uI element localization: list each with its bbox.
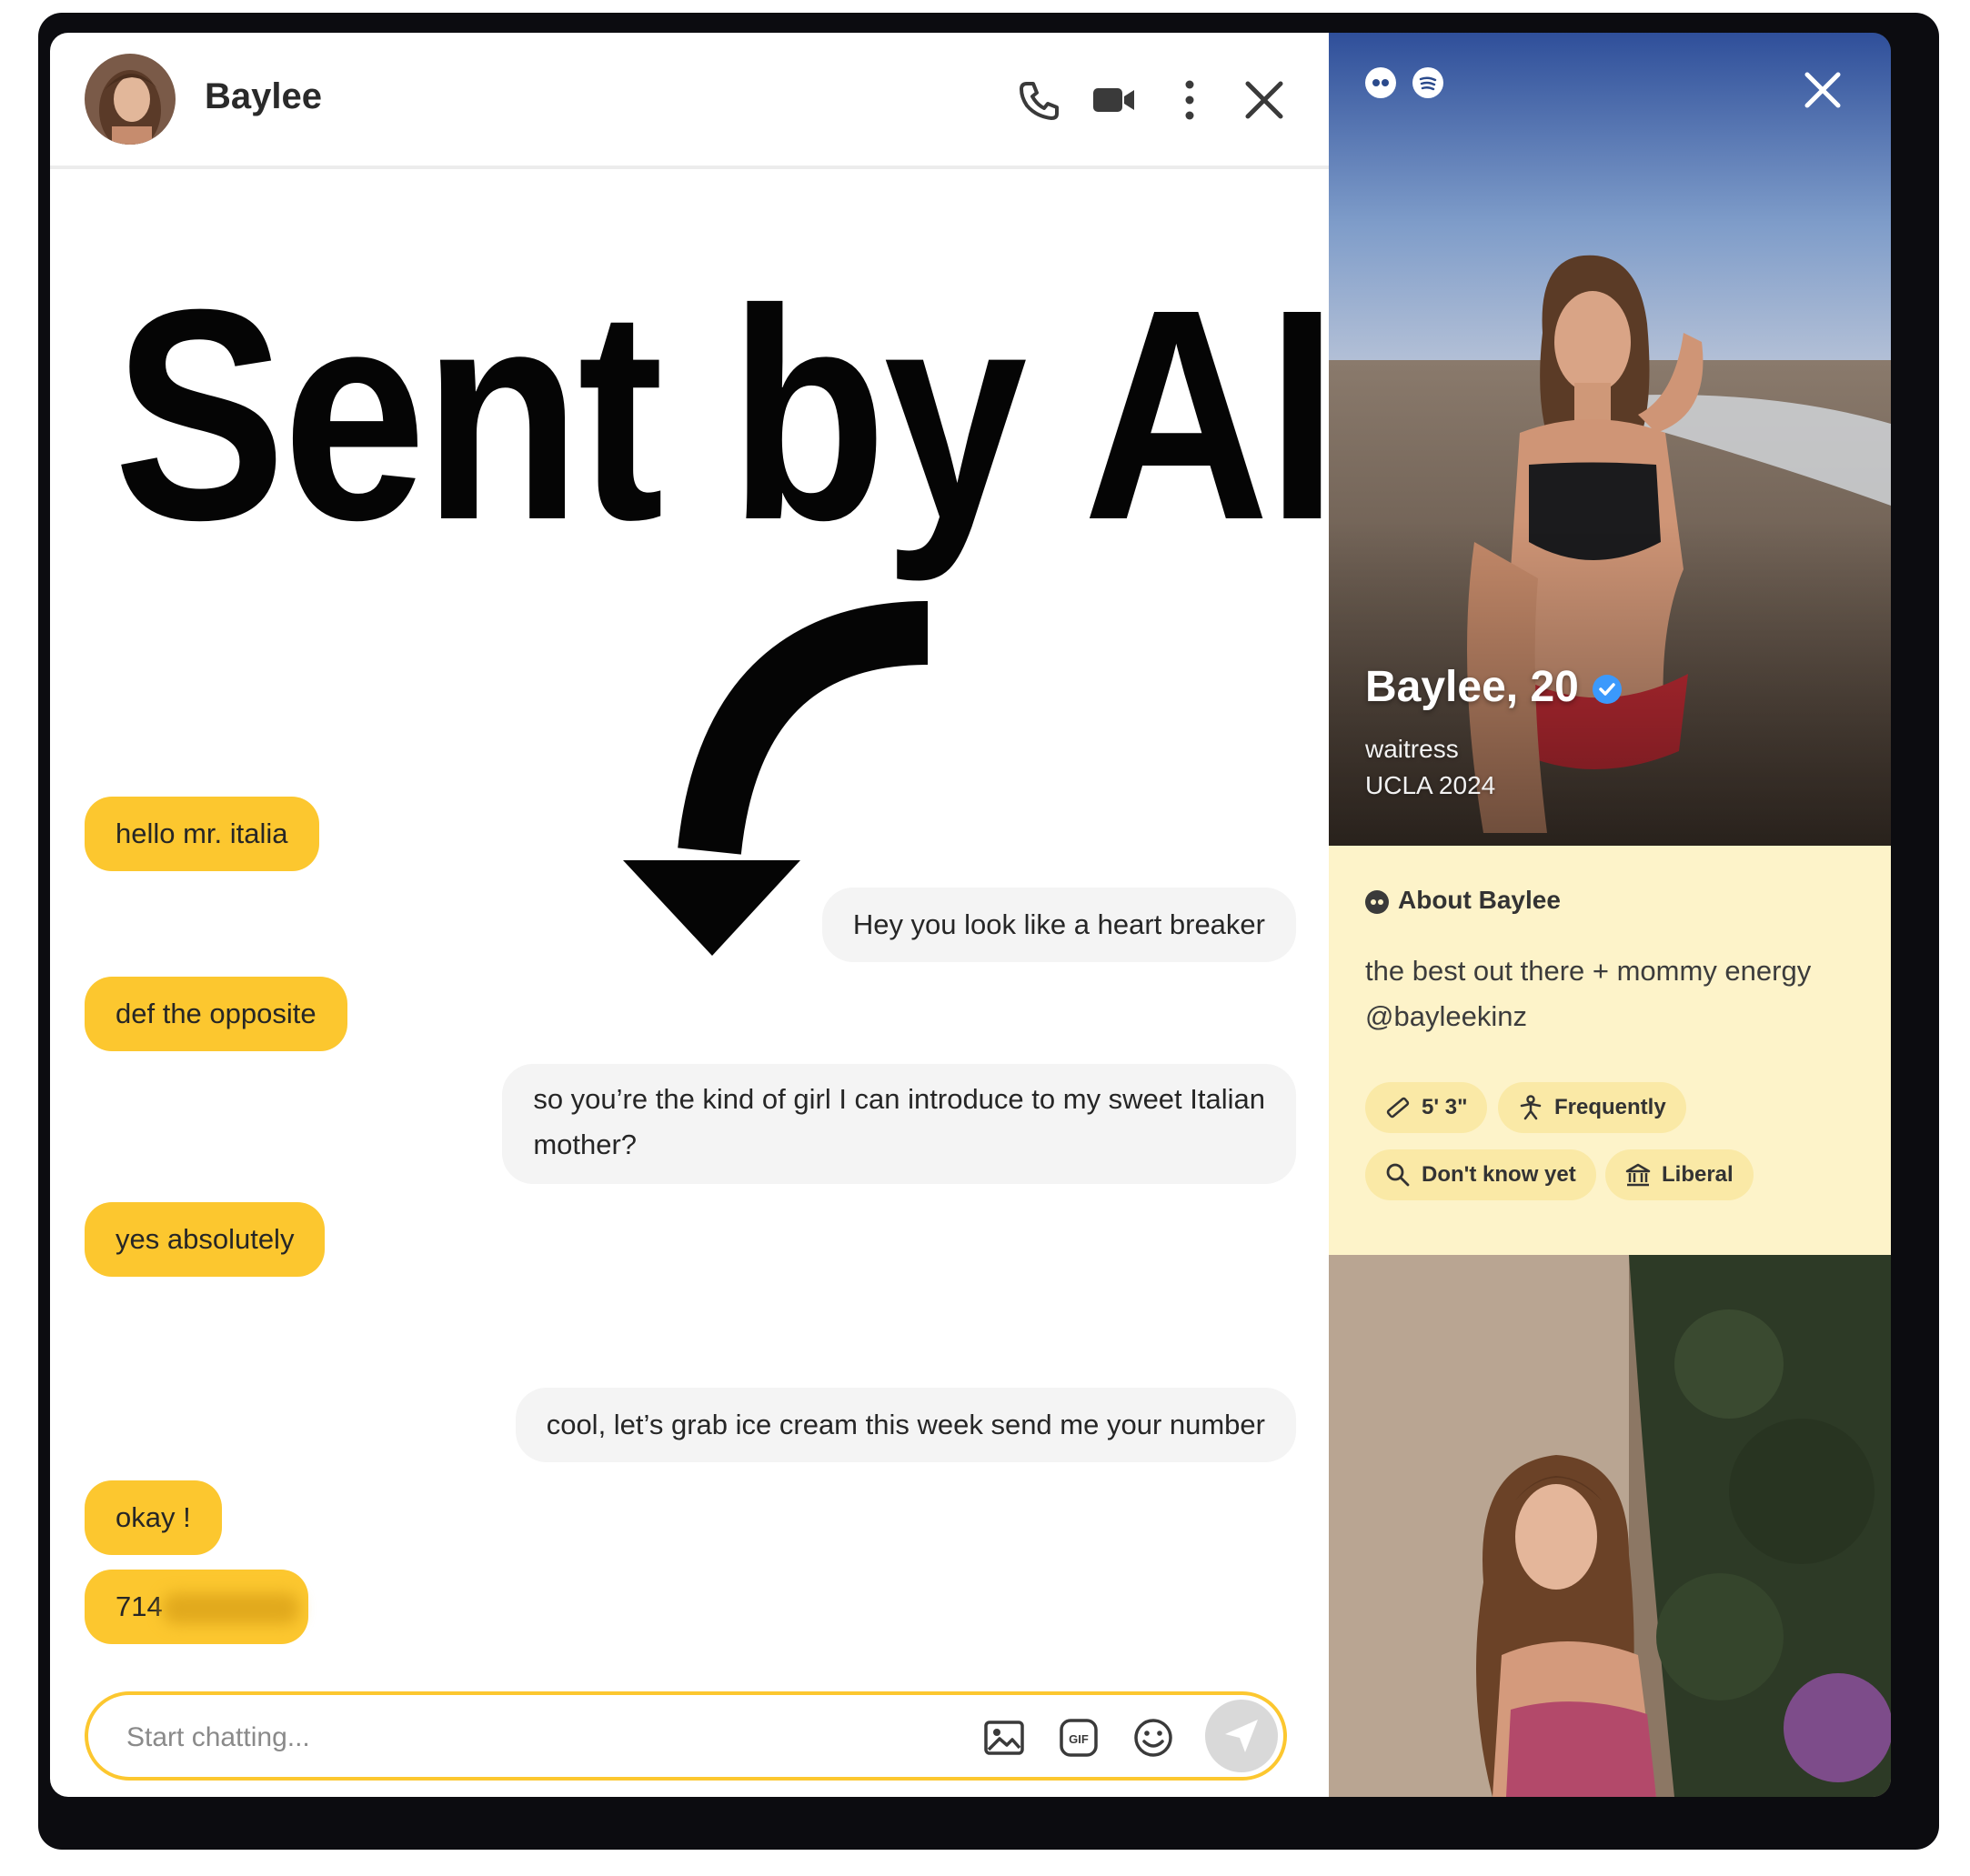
chip-label: Liberal: [1662, 1162, 1734, 1187]
chip-label: Frequently: [1554, 1095, 1666, 1119]
about-heading: About Baylee: [1365, 886, 1561, 915]
exercise-icon: [1516, 1093, 1545, 1122]
image-icon[interactable]: [981, 1715, 1027, 1761]
profile-photo-second[interactable]: [1329, 1255, 1891, 1797]
spotify-icon: [1412, 67, 1444, 98]
send-button[interactable]: [1205, 1700, 1278, 1772]
politics-icon: [1623, 1160, 1653, 1189]
message-bubble-outgoing: Hey you look like a heart breaker: [821, 888, 1296, 962]
message-bubble-incoming: yes absolutely: [85, 1202, 326, 1277]
message-bubble-incoming: okay !: [85, 1480, 222, 1555]
message-bubble-incoming: hello mr. italia: [85, 797, 319, 871]
chip-looking-for: Don't know yet: [1365, 1149, 1596, 1200]
profile-job: waitress: [1365, 735, 1459, 763]
message-bubble-outgoing: so you’re the kind of girl I can introdu…: [502, 1064, 1296, 1184]
chip-label: 5' 3": [1422, 1095, 1468, 1119]
profile-school: UCLA 2024: [1365, 771, 1496, 799]
chip-exercise: Frequently: [1498, 1082, 1686, 1133]
chip-label: Don't know yet: [1422, 1162, 1576, 1187]
more-vertical-icon[interactable]: [1164, 75, 1215, 125]
profile-photo-main[interactable]: [1329, 33, 1891, 846]
message-bubble-outgoing: cool, let’s grab ice cream this week sen…: [515, 1388, 1296, 1462]
ruler-icon: [1383, 1093, 1412, 1122]
bio-line: the best out there + mommy energy: [1365, 955, 1812, 987]
overlay-title: Sent by AI: [114, 246, 1329, 582]
phone-icon[interactable]: [1014, 75, 1065, 125]
bumble-icon: [1365, 889, 1389, 914]
chat-input[interactable]: [125, 1711, 947, 1764]
gif-icon[interactable]: GIF: [1056, 1715, 1101, 1761]
video-icon[interactable]: [1089, 75, 1140, 125]
chat-panel: Baylee Sent by AI hello mr. italia Hey y…: [50, 33, 1329, 1797]
profile-badges: [1365, 67, 1456, 98]
about-section: About Baylee the best out there + mommy …: [1329, 846, 1891, 1255]
chip-politics: Liberal: [1605, 1149, 1754, 1200]
message-composer: GIF: [85, 1691, 1287, 1781]
svg-text:GIF: GIF: [1069, 1732, 1089, 1746]
send-icon: [1225, 1720, 1258, 1752]
contact-name[interactable]: Baylee: [205, 76, 322, 117]
profile-name-text: Baylee, 20: [1365, 663, 1579, 711]
profile-name-age: Baylee, 20: [1365, 662, 1623, 712]
message-line: so you’re the kind of girl I can introdu…: [533, 1083, 1265, 1115]
message-line: mother?: [533, 1129, 638, 1160]
message-bubble-incoming: def the opposite: [85, 977, 347, 1051]
close-profile-icon[interactable]: [1800, 67, 1845, 113]
verified-icon: [1592, 674, 1623, 705]
chat-header: Baylee: [50, 33, 1329, 169]
phone-number-visible: 714: [116, 1590, 163, 1622]
avatar[interactable]: [85, 54, 176, 145]
message-bubble-incoming: 714: [85, 1570, 308, 1644]
redacted-blur: [162, 1592, 299, 1624]
bumble-icon: [1365, 67, 1396, 98]
chip-height: 5' 3": [1365, 1082, 1488, 1133]
bio-handle[interactable]: @bayleekinz: [1365, 1000, 1527, 1033]
profile-panel: Baylee, 20 waitress UCLA 2024 About Bayl…: [1329, 33, 1891, 1797]
close-icon[interactable]: [1239, 75, 1290, 125]
emoji-icon[interactable]: [1131, 1715, 1176, 1761]
about-heading-text: About Baylee: [1398, 886, 1561, 914]
search-icon: [1383, 1160, 1412, 1189]
